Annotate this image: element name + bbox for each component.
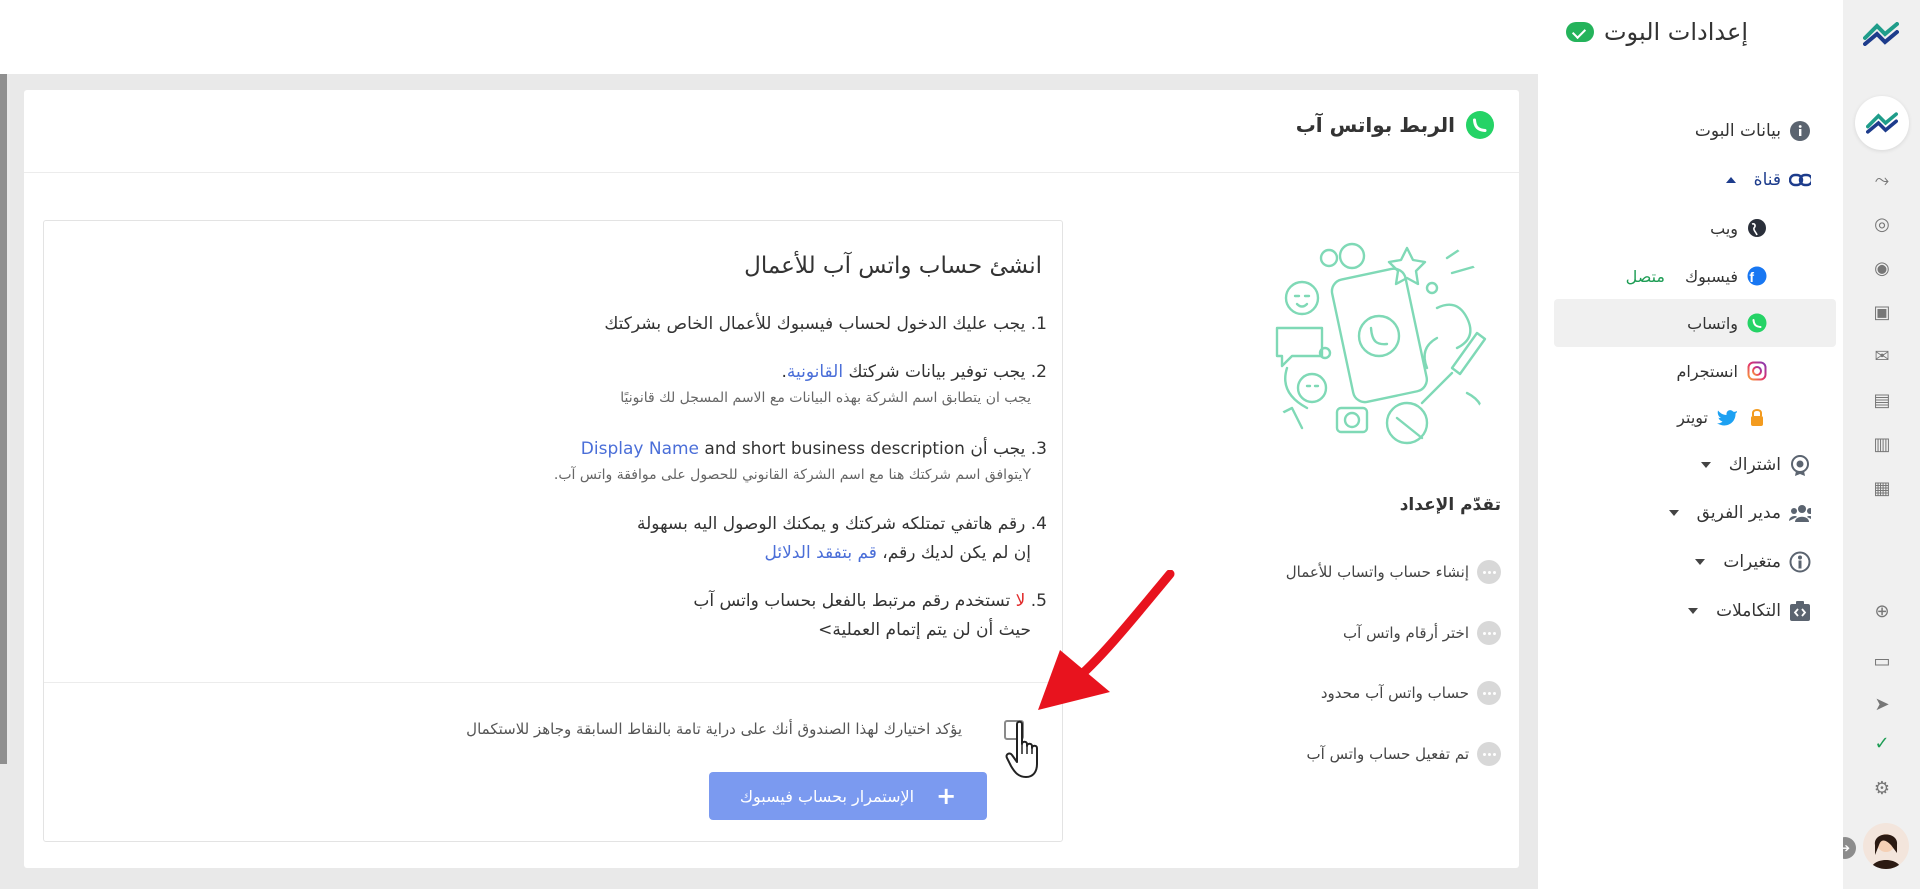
- pending-dots-icon: [1477, 621, 1501, 645]
- mail-icon[interactable]: ✉: [1871, 346, 1893, 368]
- brain-icon[interactable]: ◎: [1871, 214, 1893, 236]
- send-icon[interactable]: ➤: [1871, 694, 1893, 716]
- settings-gear-icon[interactable]: ⚙: [1871, 778, 1893, 800]
- twitter-icon: [1716, 406, 1738, 428]
- sidebar-item-channel[interactable]: قناة: [1725, 169, 1811, 191]
- card-title: الربط بواتس آب: [1296, 110, 1495, 140]
- sidebar-item-team-manager[interactable]: مدير الفريق: [1668, 502, 1811, 524]
- setup-step: حساب واتس آب محدود: [1321, 681, 1501, 705]
- analytics-icon[interactable]: ▥: [1871, 434, 1893, 456]
- link-icon: [1789, 169, 1811, 191]
- store-icon[interactable]: ▦: [1871, 478, 1893, 500]
- instruction-item: 1. يجب عليك الدخول لحساب فيسبوك للأعمال …: [604, 314, 1047, 334]
- instagram-icon: [1746, 360, 1768, 382]
- settings-sidebar: بيانات البوت قناة ويب f فيسبوك متصل واتس…: [1538, 74, 1843, 889]
- box-divider: [44, 682, 1062, 683]
- chevron-down-icon: [1668, 510, 1679, 516]
- continue-with-facebook-button[interactable]: + الإستمرار بحساب فيسبوك: [709, 772, 987, 820]
- sidebar-item-twitter[interactable]: تويتر: [1677, 406, 1768, 428]
- guides-link[interactable]: قم بتفقد الدلائل: [765, 543, 877, 563]
- svg-text:f: f: [1749, 269, 1754, 285]
- variable-icon: [1789, 551, 1811, 573]
- pending-dots-icon: [1477, 742, 1501, 766]
- whatsapp-icon: [1746, 312, 1768, 334]
- user-avatar[interactable]: [1863, 823, 1909, 869]
- page-scrollbar[interactable]: [0, 74, 7, 764]
- instruction-item: 5. لا تستخدم رقم مرتبط بالفعل بحساب واتس…: [693, 591, 1047, 640]
- connected-status: متصل: [1625, 266, 1665, 286]
- pending-dots-icon: [1477, 681, 1501, 705]
- annotation-arrow: [1038, 570, 1175, 710]
- integrations-icon: [1789, 600, 1811, 622]
- sidebar-item-bot-data[interactable]: بيانات البوت: [1695, 120, 1811, 142]
- whatsapp-connect-card: الربط بواتس آب تقدّم الإعداد إنشاء حساب …: [24, 90, 1519, 868]
- legal-data-link[interactable]: القانونية: [787, 362, 843, 382]
- setup-progress-title: تقدّم الإعداد: [1399, 495, 1501, 515]
- plus-icon: +: [936, 782, 957, 810]
- globe-icon: [1746, 217, 1768, 239]
- sidebar-item-facebook[interactable]: f فيسبوك متصل: [1626, 265, 1768, 287]
- facebook-icon: f: [1746, 265, 1768, 287]
- info-icon: [1789, 120, 1811, 142]
- chevron-down-icon: [1695, 559, 1706, 565]
- badge-icon: [1789, 454, 1811, 476]
- instruction-note: يجب ان يتطابق اسم الشركة بهذه البيانات م…: [620, 390, 1031, 406]
- globe-icon[interactable]: ⊕: [1871, 601, 1893, 623]
- confirmation-label: يؤكد اختيارك لهذا الصندوق أنك على دراية …: [466, 720, 962, 738]
- sidebar-item-instagram[interactable]: انستجرام: [1676, 360, 1768, 382]
- setup-step: تم تفعيل حساب واتس آب: [1307, 742, 1501, 766]
- icon-rail: ⤳ ◎ ◉ ▣ ✉ ▤ ▥ ▦ ⊕ ▭ ➤ ✓ ⚙ ➔: [1834, 0, 1920, 889]
- whatsapp-icon: [1466, 111, 1494, 139]
- bot-avatar[interactable]: [1855, 96, 1909, 150]
- instruction-item: 2. يجب توفير بيانات شركتك القانونية. يجب…: [620, 358, 1047, 409]
- check-cloud-icon: [1565, 22, 1594, 42]
- instructions-box: انشئ حساب واتس آب للأعمال 1. يجب عليك ال…: [43, 220, 1063, 842]
- whatsapp-doodle-illustration: [1270, 236, 1489, 445]
- team-icon: [1789, 502, 1811, 524]
- display-name-link[interactable]: Display Name: [581, 439, 699, 459]
- forms-icon[interactable]: ▤: [1871, 390, 1893, 412]
- setup-step: إنشاء حساب واتساب للأعمال: [1286, 560, 1501, 584]
- chevron-up-icon: [1725, 177, 1736, 183]
- flow-icon[interactable]: ⤳: [1871, 170, 1893, 192]
- top-header: إعدادات البوت: [0, 0, 1843, 74]
- brand-logo[interactable]: [1863, 22, 1899, 46]
- sidebar-item-whatsapp[interactable]: واتساب: [1687, 312, 1768, 334]
- hand-cursor-icon: [1005, 720, 1038, 778]
- setup-step: اختر أرقام واتس آب: [1343, 621, 1501, 645]
- instruction-note: Yيتوافق اسم شركتك هنا مع اسم الشركة القا…: [553, 467, 1031, 483]
- chevron-down-icon: [1688, 608, 1699, 614]
- lock-icon: [1746, 406, 1768, 428]
- page-title: إعدادات البوت: [1565, 18, 1748, 46]
- header-divider: [24, 172, 1519, 173]
- sidebar-item-integrations[interactable]: التكاملات: [1688, 600, 1811, 622]
- sidebar-item-subscription[interactable]: اشتراك: [1700, 454, 1811, 476]
- pending-dots-icon: [1477, 560, 1501, 584]
- check-icon[interactable]: ✓: [1871, 733, 1893, 755]
- sidebar-item-web[interactable]: ويب: [1710, 217, 1768, 239]
- contacts-icon[interactable]: ▣: [1871, 302, 1893, 324]
- instruction-item: 4. رقم هاتفي تمتلكه شركتك و يمكنك الوصول…: [637, 514, 1047, 563]
- wallet-icon[interactable]: ▭: [1871, 651, 1893, 673]
- instructions-title: انشئ حساب واتس آب للأعمال: [744, 253, 1042, 279]
- instruction-item: 3. يجب أن Display Name and short busines…: [554, 435, 1047, 486]
- broadcast-icon[interactable]: ◉: [1871, 258, 1893, 280]
- chevron-down-icon: [1700, 462, 1711, 468]
- sidebar-item-variables[interactable]: متغيرات: [1695, 551, 1811, 573]
